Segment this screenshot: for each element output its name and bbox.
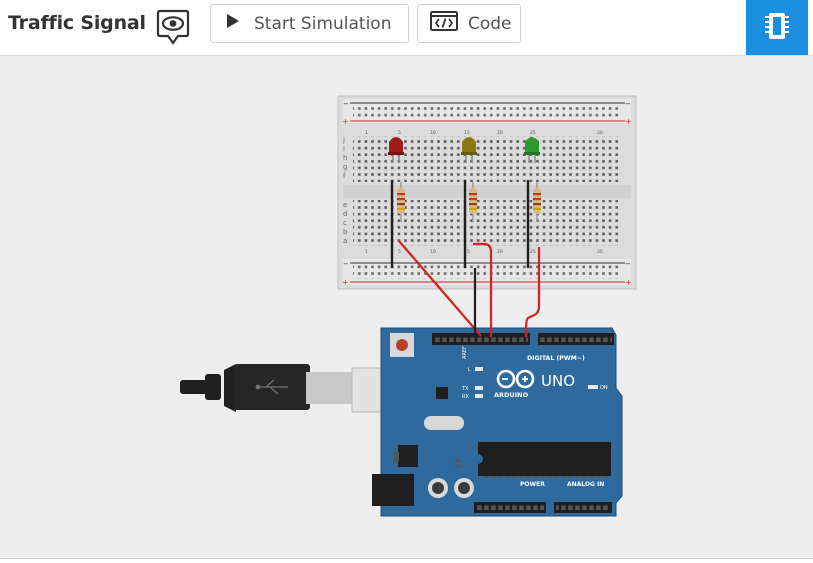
svg-text:20: 20 bbox=[497, 249, 503, 255]
svg-text:g: g bbox=[343, 163, 347, 171]
svg-text:25: 25 bbox=[530, 130, 536, 136]
svg-text:−: − bbox=[625, 260, 631, 268]
svg-text:i: i bbox=[343, 145, 345, 153]
svg-text:10: 10 bbox=[430, 130, 436, 136]
svg-text:+: + bbox=[625, 278, 632, 287]
usb-cable[interactable] bbox=[180, 364, 415, 413]
svg-text:30: 30 bbox=[597, 249, 603, 255]
svg-text:−: − bbox=[343, 260, 349, 268]
svg-text:1: 1 bbox=[365, 130, 368, 136]
svg-text:−: − bbox=[343, 100, 349, 108]
svg-text:+: + bbox=[342, 278, 349, 287]
uno-label: UNO bbox=[541, 372, 575, 390]
svg-text:c: c bbox=[343, 219, 347, 227]
analog-label: ANALOG IN bbox=[567, 481, 604, 488]
svg-text:d: d bbox=[343, 210, 347, 218]
on-label: ON bbox=[600, 385, 608, 391]
l-label: L bbox=[468, 367, 471, 373]
svg-text:e: e bbox=[343, 201, 347, 209]
tx-label: TX bbox=[461, 386, 469, 392]
svg-text:20: 20 bbox=[497, 130, 503, 136]
svg-text:30: 30 bbox=[597, 130, 603, 136]
svg-text:+: + bbox=[342, 117, 349, 126]
svg-text:10: 10 bbox=[430, 249, 436, 255]
circuit-diagram: − + − + 1 5 10 15 20 25 30 j i h g f e d c b … bbox=[180, 95, 637, 517]
svg-text:b: b bbox=[343, 228, 348, 236]
power-label: POWER bbox=[520, 481, 545, 488]
svg-text:1: 1 bbox=[365, 249, 368, 255]
svg-text:j: j bbox=[342, 136, 345, 144]
svg-text:15: 15 bbox=[464, 130, 470, 136]
breadboard[interactable]: − + − + 1 5 10 15 20 25 30 j i h g f e d c b … bbox=[337, 95, 637, 290]
svg-text:−: − bbox=[625, 100, 631, 108]
svg-text:+: + bbox=[625, 117, 632, 126]
arduino-brand-label: ARDUINO bbox=[494, 391, 529, 399]
aref-label: AREF bbox=[462, 346, 468, 359]
digital-label: DIGITAL (PWM~) bbox=[527, 355, 585, 362]
svg-text:5: 5 bbox=[398, 249, 401, 255]
svg-text:a: a bbox=[343, 237, 347, 245]
rx-label: RX bbox=[462, 394, 469, 400]
svg-text:h: h bbox=[343, 154, 347, 162]
arduino-uno-board[interactable]: AREF DIGITAL (PWM~) L TX RX UNO ARDUINO … bbox=[372, 327, 623, 517]
svg-text:5: 5 bbox=[398, 130, 401, 136]
svg-text:25: 25 bbox=[530, 249, 536, 255]
